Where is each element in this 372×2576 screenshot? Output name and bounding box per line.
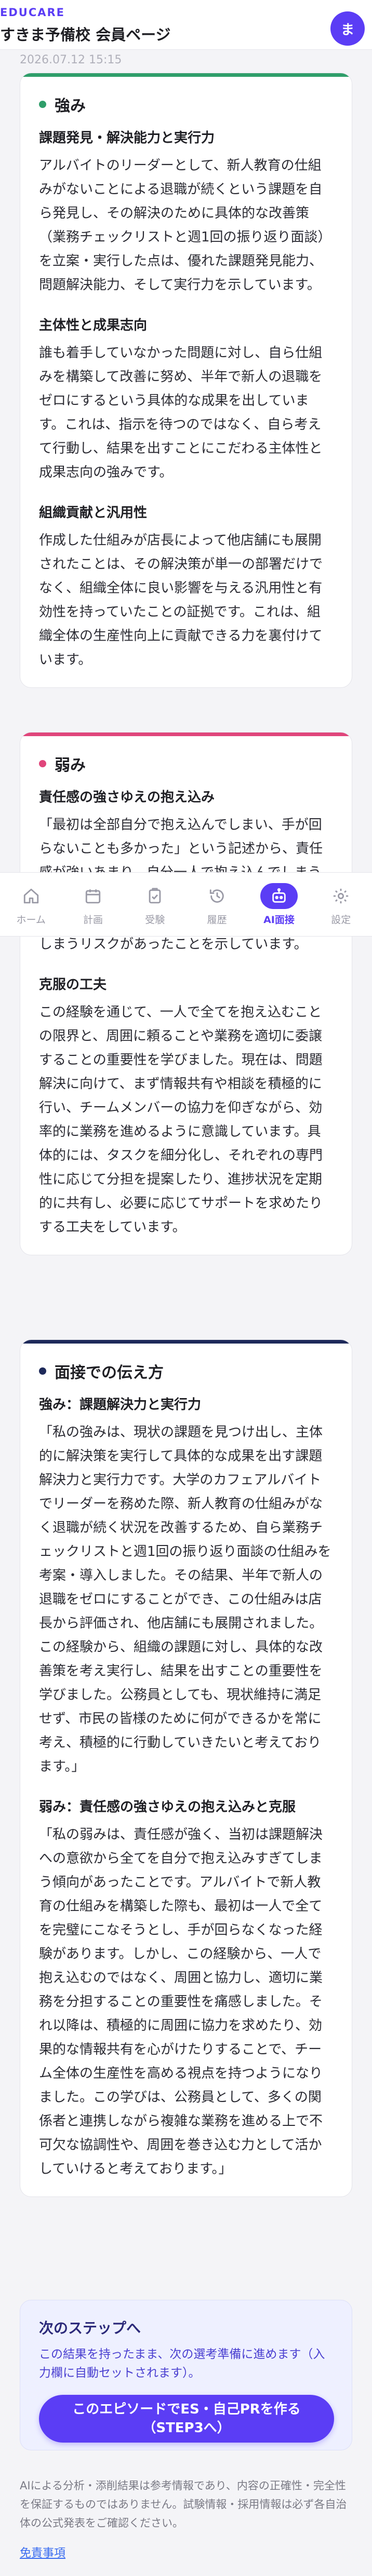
user-avatar[interactable]: ま xyxy=(330,11,365,46)
interview-card: 面接での伝え方 強み：課題解決力と実行力 「私の強みは、現状の課題を見つけ出し、… xyxy=(20,1339,352,2197)
history-icon xyxy=(203,883,232,909)
strength-body-2: 誰も着手していなかった問題に対し、自ら仕組みを構築して改善に努め、半年で新人の退… xyxy=(39,345,323,480)
interview-body-2: 「私の弱みは、責任感が強く、当初は課題解決への意欲から全てを自分で抱え込みすぎて… xyxy=(39,1827,323,2177)
weaknesses-accent-bar xyxy=(20,733,352,736)
weakness-heading-1: 責任感の強さゆえの抱え込み xyxy=(39,790,215,805)
app-header: EDUCARE すきま予備校 会員ページ ま xyxy=(0,0,372,50)
next-step-title: 次のステップへ xyxy=(39,2320,141,2337)
disclaimer-link[interactable]: 免責事項 xyxy=(20,2544,65,2560)
weaknesses-dot-icon xyxy=(39,760,46,767)
nav-exam[interactable]: 受験 xyxy=(126,883,183,926)
nav-settings[interactable]: 設定 xyxy=(312,883,369,926)
strengths-title: 強み xyxy=(39,93,333,116)
nav-ai-interview-label: AI面接 xyxy=(263,914,295,926)
calendar-icon xyxy=(78,883,108,909)
interview-title-text: 面接での伝え方 xyxy=(55,1364,164,1382)
nav-history-label: 履歴 xyxy=(207,914,227,926)
strength-heading-3: 組織貢献と汎用性 xyxy=(39,505,148,521)
strength-body-1: アルバイトのリーダーとして、新人教育の仕組みがないことによる退職が続くという課題… xyxy=(39,158,331,293)
footer-note: AIによる分析・添削結果は参考情報であり、内容の正確性・完全性を保証するものでは… xyxy=(20,2479,347,2529)
gear-icon xyxy=(326,883,355,909)
weaknesses-title: 弱み xyxy=(39,752,333,775)
strengths-dot-icon xyxy=(39,101,46,108)
interview-accent-bar xyxy=(20,1340,352,1344)
result-date: 2026.07.12 15:15 xyxy=(20,53,122,66)
interview-heading-1: 強み：課題解決力と実行力 xyxy=(39,1397,202,1413)
weaknesses-card: 弱み 責任感の強さゆえの抱え込み 「最初は全部自分で抱え込んでしまい、手が回らな… xyxy=(20,732,352,1255)
strengths-accent-bar xyxy=(20,73,352,77)
strength-heading-2: 主体性と成果志向 xyxy=(39,318,148,333)
create-es-button-line1: このエピソードでES・自己PRを作る xyxy=(72,2402,301,2417)
nav-history[interactable]: 履歴 xyxy=(189,883,246,926)
interview-body-1: 「私の強みは、現状の課題を見つけ出し、主体的に解決策を実行して具体的な成果を出す… xyxy=(39,1425,331,1774)
nav-home[interactable]: ホーム xyxy=(3,883,60,926)
interview-title: 面接での伝え方 xyxy=(39,1360,333,1382)
next-step-card: 次のステップへ この結果を持ったまま、次の選考準備に進めます（入力欄に自動セット… xyxy=(20,2300,352,2450)
bottom-nav: ホーム 計画 受験 履歴 AI面接 設定 xyxy=(0,872,372,937)
next-step-description: この結果を持ったまま、次の選考準備に進めます（入力欄に自動セットされます）。 xyxy=(39,2348,325,2380)
nav-exam-label: 受験 xyxy=(145,914,165,926)
robot-icon xyxy=(260,883,298,909)
clipboard-check-icon xyxy=(140,883,169,909)
nav-home-label: ホーム xyxy=(16,914,46,926)
brand-logo: EDUCARE xyxy=(0,6,65,19)
nav-settings-label: 設定 xyxy=(331,914,351,926)
nav-plan[interactable]: 計画 xyxy=(64,883,122,926)
strength-heading-1: 課題発見・解決能力と実行力 xyxy=(39,130,215,146)
page-title: すきま予備校 会員ページ xyxy=(0,26,171,44)
weakness-body-2: この経験を通じて、一人で全てを抱え込むことの限界と、周囲に頼ることや業務を適切に… xyxy=(39,1005,323,1235)
weakness-heading-2: 克服の工夫 xyxy=(39,977,107,993)
create-es-button[interactable]: このエピソードでES・自己PRを作る （STEP3へ） xyxy=(39,2395,334,2443)
strengths-card: 強み 課題発見・解決能力と実行力 アルバイトのリーダーとして、新人教育の仕組みが… xyxy=(20,73,352,688)
interview-dot-icon xyxy=(39,1367,46,1375)
nav-plan-label: 計画 xyxy=(83,914,103,926)
home-icon xyxy=(17,883,46,909)
weaknesses-title-text: 弱み xyxy=(55,756,86,775)
interview-heading-2: 弱み：責任感の強さゆえの抱え込みと克服 xyxy=(39,1799,296,1815)
create-es-button-line2: （STEP3へ） xyxy=(142,2420,231,2436)
strength-body-3: 作成した仕組みが店長によって他店舗にも展開されたことは、その解決策が単一の部署だ… xyxy=(39,533,323,668)
nav-ai-interview[interactable]: AI面接 xyxy=(250,883,308,926)
strengths-title-text: 強み xyxy=(55,97,86,115)
